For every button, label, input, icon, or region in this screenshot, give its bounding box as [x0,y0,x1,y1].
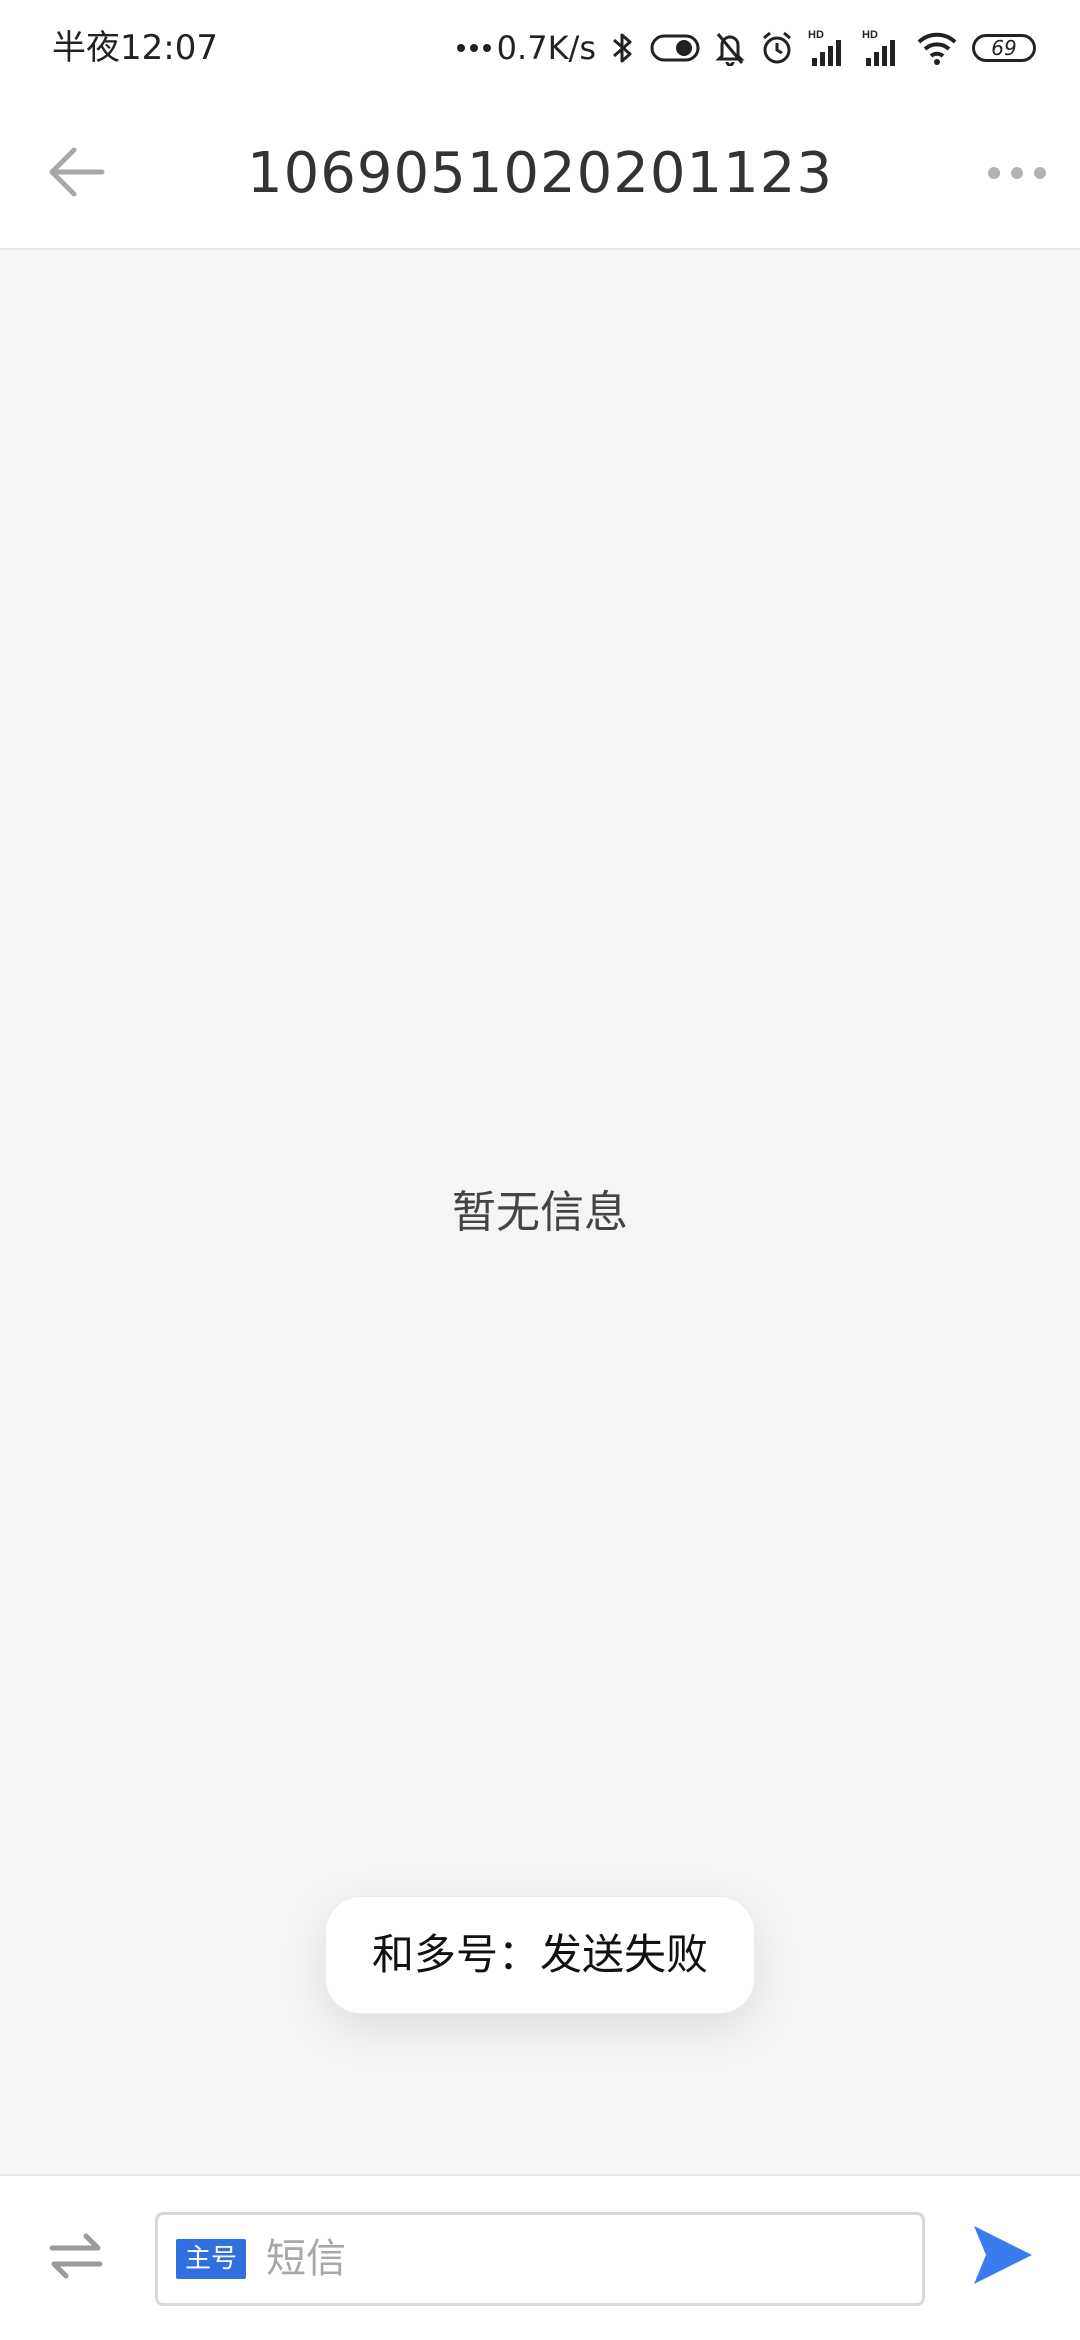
empty-messages-text: 暂无信息 [452,1187,628,1238]
alarm-icon [763,31,791,64]
hd-signal-icon: HD [808,29,841,66]
conversation-header: 1069051020201123 [0,98,1080,250]
more-dots-icon[interactable] [984,158,1050,188]
switch-arrows-icon[interactable] [42,2226,110,2286]
compose-bar: 主号 [0,2174,1080,2340]
sms-conversation-screen: 半夜12:07 0.7K/s HD HD 69 1069051020201123… [0,0,1080,2340]
send-failed-toast: 和多号：发送失败 [325,1896,755,2014]
status-icons: 0.7K/s HD HD 69 [456,24,1036,72]
more-notifications-icon [456,44,491,52]
hd-signal-icon: HD [862,29,895,66]
status-time: 半夜12:07 [52,28,218,68]
mute-bell-icon [715,33,745,66]
contact-number-title: 1069051020201123 [246,141,834,206]
status-bar: 半夜12:07 0.7K/s HD HD 69 [0,0,1080,98]
battery-icon: 69 [972,34,1036,62]
wifi-icon [917,32,957,65]
send-icon[interactable] [970,2222,1036,2288]
toggle-icon [650,34,700,62]
network-speed-value: 0.7K/s [496,29,596,67]
bluetooth-icon [613,33,632,63]
sim-badge[interactable]: 主号 [176,2239,246,2279]
message-input-box[interactable]: 主号 [155,2212,925,2306]
svg-text:HD: HD [862,29,878,41]
sms-input[interactable] [266,2227,896,2291]
network-speed: 0.7K/s [456,28,596,68]
svg-text:HD: HD [808,29,824,41]
